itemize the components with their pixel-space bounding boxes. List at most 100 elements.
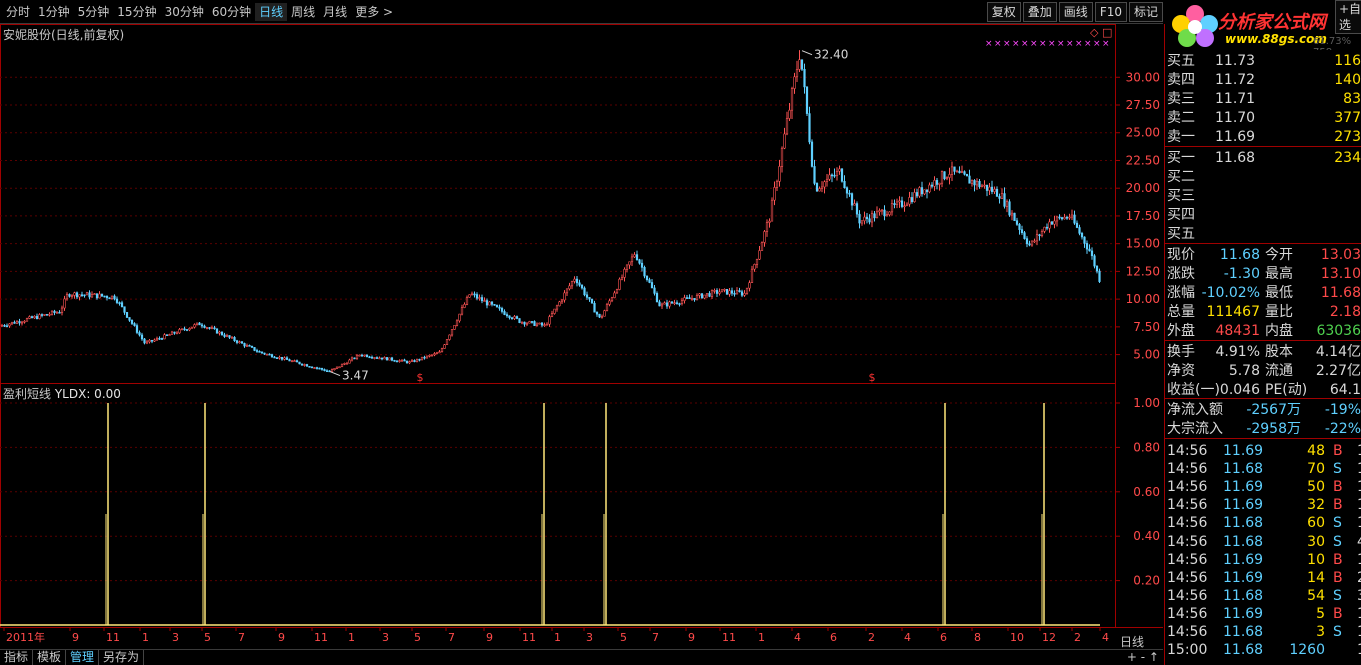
tick-price: 11.69 bbox=[1223, 479, 1264, 496]
candle-body bbox=[515, 316, 519, 319]
candle-body bbox=[435, 352, 439, 355]
candle-body bbox=[458, 313, 461, 322]
candle-body bbox=[833, 174, 836, 177]
candle-body bbox=[998, 196, 1001, 199]
tool-button-1[interactable]: 叠加 bbox=[1022, 2, 1057, 22]
bottom-tab-1[interactable]: 模板 bbox=[33, 650, 67, 665]
candle-body bbox=[675, 302, 679, 304]
candle-body bbox=[258, 351, 261, 353]
stat-row-2: 换手 4.91% 股本 4.14亿 bbox=[1165, 343, 1361, 361]
candle-body bbox=[753, 264, 756, 270]
period-tab-4[interactable]: 30分钟 bbox=[161, 3, 208, 21]
stat-value: 13.03 bbox=[1320, 247, 1361, 263]
tool-button-3[interactable]: F10 bbox=[1094, 2, 1127, 22]
candle-body bbox=[700, 293, 704, 299]
tick-count: 1 bbox=[1357, 460, 1361, 478]
candle-body bbox=[410, 360, 414, 362]
candle-body bbox=[223, 334, 226, 337]
period-tab-0[interactable]: 分时 bbox=[2, 3, 34, 21]
candle-body bbox=[655, 293, 659, 303]
candle-body bbox=[943, 171, 946, 180]
candle-body bbox=[578, 282, 581, 286]
period-toolbar: 分时 1分钟 5分钟 15分钟 30分钟 60分钟 日线 周线 月线 更多 > 复权 叠加 画线 F10… bbox=[0, 0, 1163, 24]
candle-body bbox=[690, 298, 694, 300]
candle-body bbox=[725, 288, 729, 295]
chart-area[interactable]: 5.007.5010.0012.5015.0017.5020.0022.5025… bbox=[0, 24, 1163, 649]
stat-label: 今开 bbox=[1265, 247, 1293, 263]
candle-body bbox=[843, 181, 846, 188]
tick-side: S bbox=[1333, 461, 1342, 478]
candle-body bbox=[678, 303, 681, 305]
candle-body bbox=[520, 321, 524, 324]
candle-body bbox=[8, 323, 11, 327]
candle-body bbox=[913, 192, 916, 203]
candle-body bbox=[1043, 226, 1046, 232]
candle-body bbox=[495, 304, 499, 308]
candle-body bbox=[55, 311, 59, 314]
period-tab-9[interactable]: 更多 > bbox=[351, 3, 397, 21]
zoom-controls[interactable]: + - ↑ bbox=[1127, 650, 1159, 665]
bottom-tab-3[interactable]: 另存为 bbox=[99, 650, 145, 665]
candle-body bbox=[118, 302, 121, 304]
candle-body bbox=[903, 205, 906, 208]
candle-body bbox=[175, 332, 179, 335]
candle-body bbox=[65, 294, 69, 300]
period-tab-1[interactable]: 1分钟 bbox=[34, 3, 74, 21]
price-tick-label: 22.50 bbox=[1126, 153, 1160, 167]
period-tab-5[interactable]: 60分钟 bbox=[208, 3, 255, 21]
candle-body bbox=[445, 339, 449, 345]
candle-body bbox=[648, 279, 651, 283]
candle-body bbox=[650, 282, 654, 289]
candle-body bbox=[70, 295, 74, 297]
candle-body bbox=[110, 295, 114, 299]
candle-body bbox=[715, 290, 719, 294]
order-label: 卖四 bbox=[1167, 72, 1195, 88]
period-tab-2[interactable]: 5分钟 bbox=[74, 3, 114, 21]
candle-body bbox=[528, 321, 531, 324]
candle-body bbox=[220, 331, 224, 336]
bottom-tab-0[interactable]: 指标 bbox=[0, 650, 34, 665]
candle-body bbox=[803, 68, 806, 88]
x-axis-label: 5 bbox=[620, 631, 627, 644]
candle-body bbox=[870, 213, 874, 223]
candle-body bbox=[723, 288, 726, 291]
tool-button-4[interactable]: 标记 bbox=[1128, 2, 1163, 22]
stat-label: 股本 bbox=[1265, 344, 1293, 360]
tick-time: 14:56 bbox=[1167, 605, 1208, 622]
candle-body bbox=[595, 311, 599, 315]
candle-body bbox=[918, 187, 921, 197]
order-volume: 234 bbox=[1334, 150, 1361, 166]
candle-body bbox=[73, 292, 76, 296]
tick-count: 3 bbox=[1357, 587, 1361, 605]
tool-button-2[interactable]: 画线 bbox=[1058, 2, 1093, 22]
candle-body bbox=[778, 166, 781, 182]
bottom-tab-2[interactable]: 管理 bbox=[66, 650, 100, 665]
period-tab-3[interactable]: 15分钟 bbox=[113, 3, 160, 21]
x-axis-label: 11 bbox=[522, 631, 536, 644]
tick-row: 15:00 11.68 1260 100 bbox=[1165, 641, 1361, 659]
tick-time: 14:56 bbox=[1167, 569, 1208, 586]
candle-body bbox=[635, 254, 639, 261]
tick-time: 14:56 bbox=[1167, 497, 1208, 514]
candle-body bbox=[1065, 216, 1069, 219]
candle-body bbox=[268, 353, 271, 356]
candle-body bbox=[1058, 216, 1061, 219]
stat-row-2: 净资 5.78 流通 2.27亿 bbox=[1165, 362, 1361, 380]
tick-volume: 3 bbox=[1316, 624, 1325, 640]
candle-body bbox=[235, 340, 239, 343]
flow-divider bbox=[1165, 398, 1361, 399]
candle-body bbox=[425, 355, 429, 359]
candle-body bbox=[95, 293, 99, 299]
tool-button-0[interactable]: 复权 bbox=[986, 2, 1021, 22]
candle-body bbox=[828, 174, 831, 180]
candle-body bbox=[583, 287, 586, 296]
period-tab-8[interactable]: 月线 bbox=[319, 3, 351, 21]
candle-body bbox=[155, 337, 159, 341]
candle-body bbox=[203, 325, 206, 328]
period-tab-7[interactable]: 周线 bbox=[287, 3, 319, 21]
candle-body bbox=[1010, 212, 1014, 216]
period-tab-6[interactable]: 日线 bbox=[255, 3, 288, 21]
candle-body bbox=[123, 306, 126, 313]
indicator-tick-label: 0.80 bbox=[1133, 440, 1160, 454]
candle-body bbox=[283, 357, 286, 360]
